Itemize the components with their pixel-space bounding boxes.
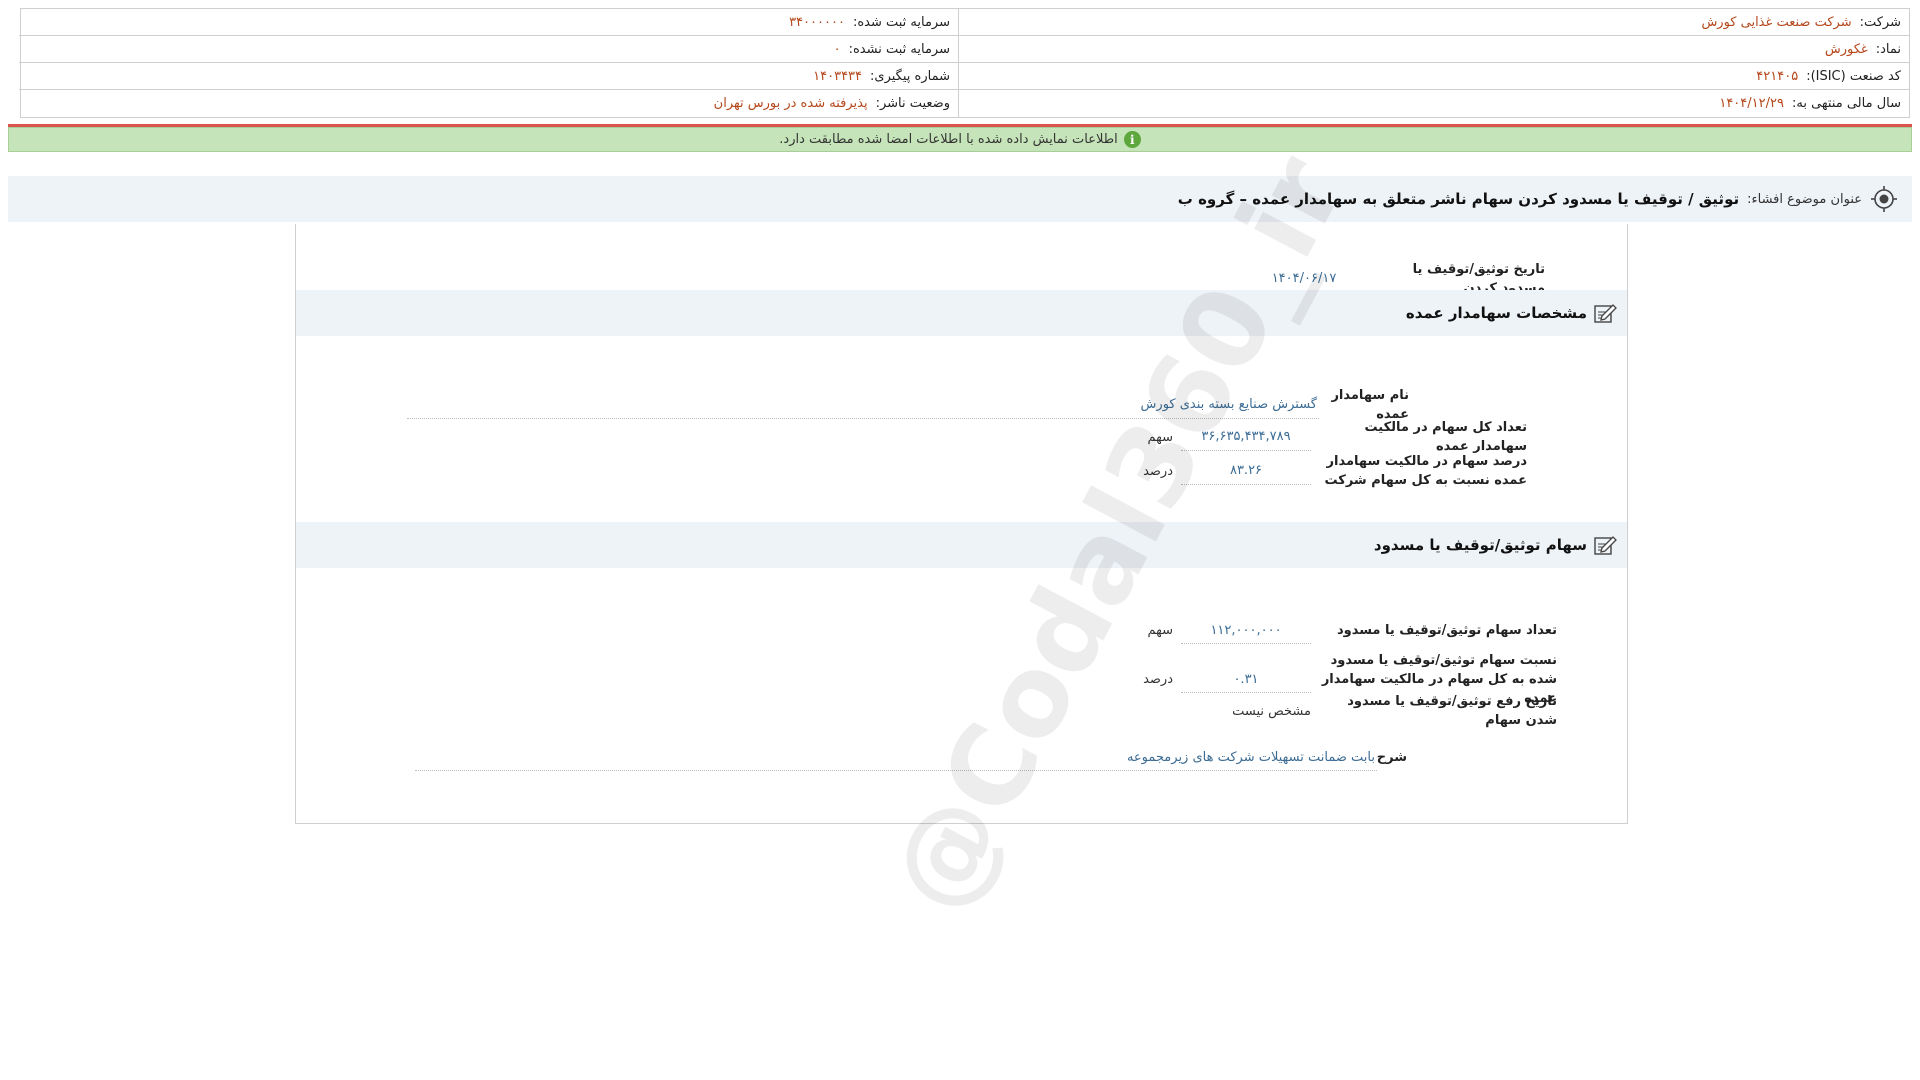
title-label: عنوان موضوع افشاء: xyxy=(1747,191,1862,207)
info-label: کد صنعت (ISIC): xyxy=(1806,68,1901,84)
release-date-value: مشخص نیست xyxy=(1232,703,1311,719)
pledged-count-field: تعداد سهام توثیق/توقیف یا مسدود ۱۱۲,۰۰۰,… xyxy=(1147,617,1557,644)
pledged-ratio-unit: درصد xyxy=(1143,672,1173,687)
edit-note-icon xyxy=(1594,536,1617,555)
description-field: شرح بابت ضمانت تسهیلات شرکت های زیرمجموع… xyxy=(415,744,1407,771)
total-shares-label: تعداد کل سهام در مالکیت سهامدار عمده xyxy=(1364,420,1528,454)
company-info-table: شرکت: شرکت صنعت غذایی کورش نماد: غکورش ک… xyxy=(19,8,1910,118)
release-date-label: تاریخ رفع توثیق/توقیف یا مسدود شدن سهام xyxy=(1347,694,1557,728)
disclosure-title-bar: عنوان موضوع افشاء: توثیق / توقیف یا مسدو… xyxy=(8,176,1912,222)
publisher-status: پذیرفته شده در بورس تهران xyxy=(713,96,868,111)
info-row-tracking: شماره پیگیری: ۱۴۰۳۴۳۴ xyxy=(19,63,958,90)
edit-note-icon xyxy=(1594,304,1617,323)
pledged-section-title: سهام توثیق/توقیف یا مسدود xyxy=(1373,536,1587,554)
info-row-isic: کد صنعت (ISIC): ۴۲۱۴۰۵ xyxy=(959,63,1909,90)
info-row-unregistered-capital: سرمایه ثبت نشده: ۰ xyxy=(19,36,958,63)
ownership-percent-label: درصد سهام در مالکیت سهامدار عمده نسبت به… xyxy=(1324,454,1527,488)
info-row-registered-capital: سرمایه ثبت شده: ۳۴۰۰۰۰۰۰ xyxy=(19,9,958,36)
info-row-symbol: نماد: غکورش xyxy=(959,36,1909,63)
info-label: سرمایه ثبت شده: xyxy=(852,14,950,30)
company-info-left: سرمایه ثبت شده: ۳۴۰۰۰۰۰۰ سرمایه ثبت نشده… xyxy=(19,9,959,117)
pledged-count-unit: سهم xyxy=(1147,623,1173,638)
info-row-publisher-status: وضعیت ناشر: پذیرفته شده در بورس تهران xyxy=(19,90,958,117)
page-title: توثیق / توقیف یا مسدود کردن سهام ناشر مت… xyxy=(1177,190,1740,208)
pledged-count-label: تعداد سهام توثیق/توقیف یا مسدود xyxy=(1336,623,1557,638)
registered-capital: ۳۴۰۰۰۰۰۰ xyxy=(789,14,845,30)
ownership-percent-value: ۸۳.۲۶ xyxy=(1181,458,1311,485)
isic-code: ۴۲۱۴۰۵ xyxy=(1756,68,1799,84)
notice-text: اطلاعات نمایش داده شده با اطلاعات امضا ش… xyxy=(779,132,1118,147)
total-shares-value: ۳۶,۶۳۵,۴۳۴,۷۸۹ xyxy=(1181,424,1311,451)
ownership-percent-unit: درصد xyxy=(1143,463,1173,479)
signature-notice: i اطلاعات نمایش داده شده با اطلاعات امضا… xyxy=(8,127,1912,152)
info-label: شرکت: xyxy=(1859,14,1901,30)
tracking-number: ۱۴۰۳۴۳۴ xyxy=(813,68,863,84)
company-info-right: شرکت: شرکت صنعت غذایی کورش نماد: غکورش ک… xyxy=(959,9,1909,117)
target-icon xyxy=(1871,186,1897,212)
ticker-symbol[interactable]: غکورش xyxy=(1825,42,1868,57)
shareholder-section-header: مشخصات سهامدار عمده xyxy=(296,290,1627,336)
total-shares-field: تعداد کل سهام در مالکیت سهامدار عمده ۳۶,… xyxy=(1147,418,1527,456)
info-label: نماد: xyxy=(1875,41,1901,57)
unregistered-capital: ۰ xyxy=(833,41,841,57)
disclosure-form-panel: تاریخ توثیق/توقیف یا مسدود کردن ۱۴۰۴/۰۶/… xyxy=(295,224,1628,824)
description-label: شرح xyxy=(1376,750,1407,765)
release-date-field: تاریخ رفع توثیق/توقیف یا مسدود شدن سهام … xyxy=(1232,692,1557,730)
info-label: شماره پیگیری: xyxy=(870,68,950,84)
shareholder-section-title: مشخصات سهامدار عمده xyxy=(1405,304,1587,322)
pledged-count-value: ۱۱۲,۰۰۰,۰۰۰ xyxy=(1181,617,1311,644)
company-name[interactable]: شرکت صنعت غذایی کورش xyxy=(1701,15,1851,30)
info-icon: i xyxy=(1123,131,1141,148)
info-label: سرمایه ثبت نشده: xyxy=(848,41,950,57)
pledged-ratio-value: ۰.۳۱ xyxy=(1181,666,1311,693)
info-label: سال مالی منتهی به: xyxy=(1791,96,1901,111)
pledge-date-value: ۱۴۰۴/۰۶/۱۷ xyxy=(1239,266,1369,293)
shareholder-name-value: گسترش صنایع بسته بندی کورش xyxy=(407,392,1319,419)
info-label: وضعیت ناشر: xyxy=(875,96,950,111)
pledged-section-header: سهام توثیق/توقیف یا مسدود xyxy=(296,522,1627,568)
info-row-company: شرکت: شرکت صنعت غذایی کورش xyxy=(959,9,1909,36)
ownership-percent-field: درصد سهام در مالکیت سهامدار عمده نسبت به… xyxy=(1143,452,1527,490)
total-shares-unit: سهم xyxy=(1147,429,1173,445)
fiscal-year-end: ۱۴۰۴/۱۲/۲۹ xyxy=(1719,96,1784,111)
description-value: بابت ضمانت تسهیلات شرکت های زیرمجموعه xyxy=(415,744,1377,771)
info-row-fiscal-year: سال مالی منتهی به: ۱۴۰۴/۱۲/۲۹ xyxy=(959,90,1909,117)
